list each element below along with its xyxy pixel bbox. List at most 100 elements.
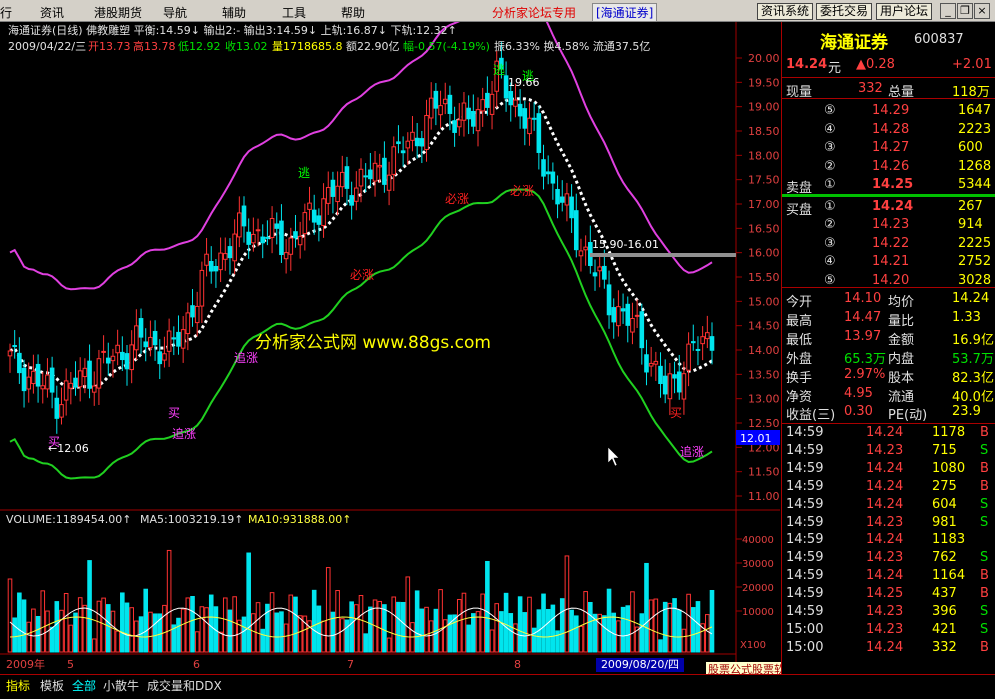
menu-item-help[interactable]: 帮助 <box>341 4 365 21</box>
volume-bar <box>124 602 130 653</box>
candle-body <box>232 233 237 262</box>
candle-body <box>274 223 280 229</box>
volume-bar <box>269 592 275 653</box>
stat-label: 最高 <box>786 313 813 329</box>
volume-bar <box>382 604 387 653</box>
tick-row: 14:59 14.24 275 B <box>782 478 995 496</box>
candle-body <box>536 113 542 153</box>
stat-row: 最高 14.47 量比 1.33 <box>782 309 995 329</box>
volume-bar <box>602 615 607 653</box>
candle-body <box>653 360 659 365</box>
tab-template[interactable]: 模板 <box>40 677 64 694</box>
volume-bar <box>54 601 60 653</box>
tick-volume: 981 <box>932 514 957 530</box>
candle-body <box>676 371 682 393</box>
menu-item-news[interactable]: 资讯 <box>40 4 64 21</box>
volume-bar <box>690 607 696 653</box>
ask-row: 卖盘 ① 14.25 5344 <box>782 176 995 196</box>
candle-body <box>166 330 172 352</box>
tick-side: B <box>980 586 989 602</box>
tab-volume-ddx[interactable]: 成交量和DDX <box>147 677 222 694</box>
ask-row: ② 14.26 1268 <box>782 158 995 176</box>
tick-price: 14.24 <box>866 639 904 655</box>
broker-name: [海通证券] <box>592 3 658 22</box>
candle-body <box>438 105 443 116</box>
stat-value: 4.95 <box>844 385 873 401</box>
candle-body <box>667 373 673 400</box>
volume-bar <box>442 619 448 653</box>
candle-body <box>522 108 528 129</box>
volume-bar <box>475 611 481 653</box>
tick-time: 14:59 <box>786 568 824 584</box>
bid-row: 买盘 ① 14.24 267 <box>782 198 995 218</box>
candle-body <box>527 117 532 135</box>
volume-bar <box>644 562 649 653</box>
tick-time: 14:59 <box>786 496 824 512</box>
tick-price: 14.23 <box>866 442 904 458</box>
bid-level: ③ <box>824 235 836 251</box>
volume-bar <box>208 594 214 653</box>
restore-icon[interactable]: ❐ <box>957 3 973 19</box>
volume-bar <box>391 596 397 653</box>
menu-item-file[interactable]: 行 <box>0 4 12 21</box>
volume-bar <box>222 597 228 653</box>
y-tick-label: 15.00 <box>748 295 780 308</box>
ask-row: ④ 14.28 2223 <box>782 121 995 139</box>
forum-button[interactable]: 用户论坛 <box>876 3 933 20</box>
y-tick-label: 17.50 <box>748 174 780 187</box>
tick-volume: 1183 <box>932 532 966 548</box>
volume-bar <box>40 590 46 653</box>
tab-indicator[interactable]: 指标 <box>6 677 31 694</box>
signal-label: 逃 <box>493 63 505 77</box>
candle-body <box>602 265 607 280</box>
price-chart[interactable]: 20.00 19.50 19.00 18.50 18.00 17.50 17.00 16.50… <box>0 22 780 674</box>
volume-bar <box>190 596 195 653</box>
tab-all[interactable]: 全部 <box>72 677 96 694</box>
candle-body <box>17 352 22 374</box>
y-tick-label: 11.50 <box>748 466 780 479</box>
menu-item-tools[interactable]: 工具 <box>282 4 306 21</box>
close-icon[interactable]: × <box>974 3 990 19</box>
volume-bar <box>232 596 237 653</box>
stat-value: 14.24 <box>952 291 990 306</box>
volume-bar <box>648 599 654 653</box>
candle-body <box>129 344 134 371</box>
candle-body <box>573 210 579 251</box>
candle-body <box>194 305 200 324</box>
minimize-icon[interactable]: _ <box>940 3 956 19</box>
trade-button[interactable]: 委托交易 <box>816 3 873 20</box>
candle-body <box>269 218 275 239</box>
ask-row: ⑤ 14.29 1647 <box>782 102 995 120</box>
candle-body <box>293 231 298 239</box>
stat-label: 量比 <box>888 313 915 329</box>
volume-bar <box>396 601 401 653</box>
tab-small-bull[interactable]: 小散牛 <box>103 677 139 694</box>
menu-item-navigate[interactable]: 导航 <box>163 4 187 21</box>
stat-value: 1.33 <box>952 309 981 325</box>
candle-body <box>176 331 181 347</box>
tick-row: 14:59 14.24 1178 B <box>782 424 995 442</box>
candle-body <box>447 94 453 114</box>
y-tick-label: 14.00 <box>748 344 780 357</box>
volume-bar <box>597 613 602 653</box>
candle-body <box>35 363 41 387</box>
candle-body <box>433 90 439 109</box>
candle-body <box>475 109 481 132</box>
bid-row: ④ 14.21 2752 <box>782 253 995 271</box>
bid-row: ⑤ 14.20 3028 <box>782 272 995 290</box>
volume-bar <box>316 605 322 653</box>
stat-value: 0.30 <box>844 404 873 420</box>
ask-price: 14.25 <box>872 177 914 193</box>
volume-bar <box>424 606 429 653</box>
stat-label: 金额 <box>888 332 915 348</box>
header-amplitude: 振6.33% 换4.58% 流通37.5亿 <box>494 39 650 53</box>
candle-body <box>386 174 392 191</box>
stat-label: 收益(三) <box>786 408 836 424</box>
candle-body <box>592 272 598 277</box>
menu-item-hk-futures[interactable]: 港股期货 <box>94 4 142 21</box>
candle-body <box>180 329 186 349</box>
menu-item-assist[interactable]: 辅助 <box>222 4 246 21</box>
stat-value: 2.97% <box>844 366 886 382</box>
info-system-button[interactable]: 资讯系统 <box>757 3 814 20</box>
price-change: ▲0.28 <box>856 57 895 72</box>
